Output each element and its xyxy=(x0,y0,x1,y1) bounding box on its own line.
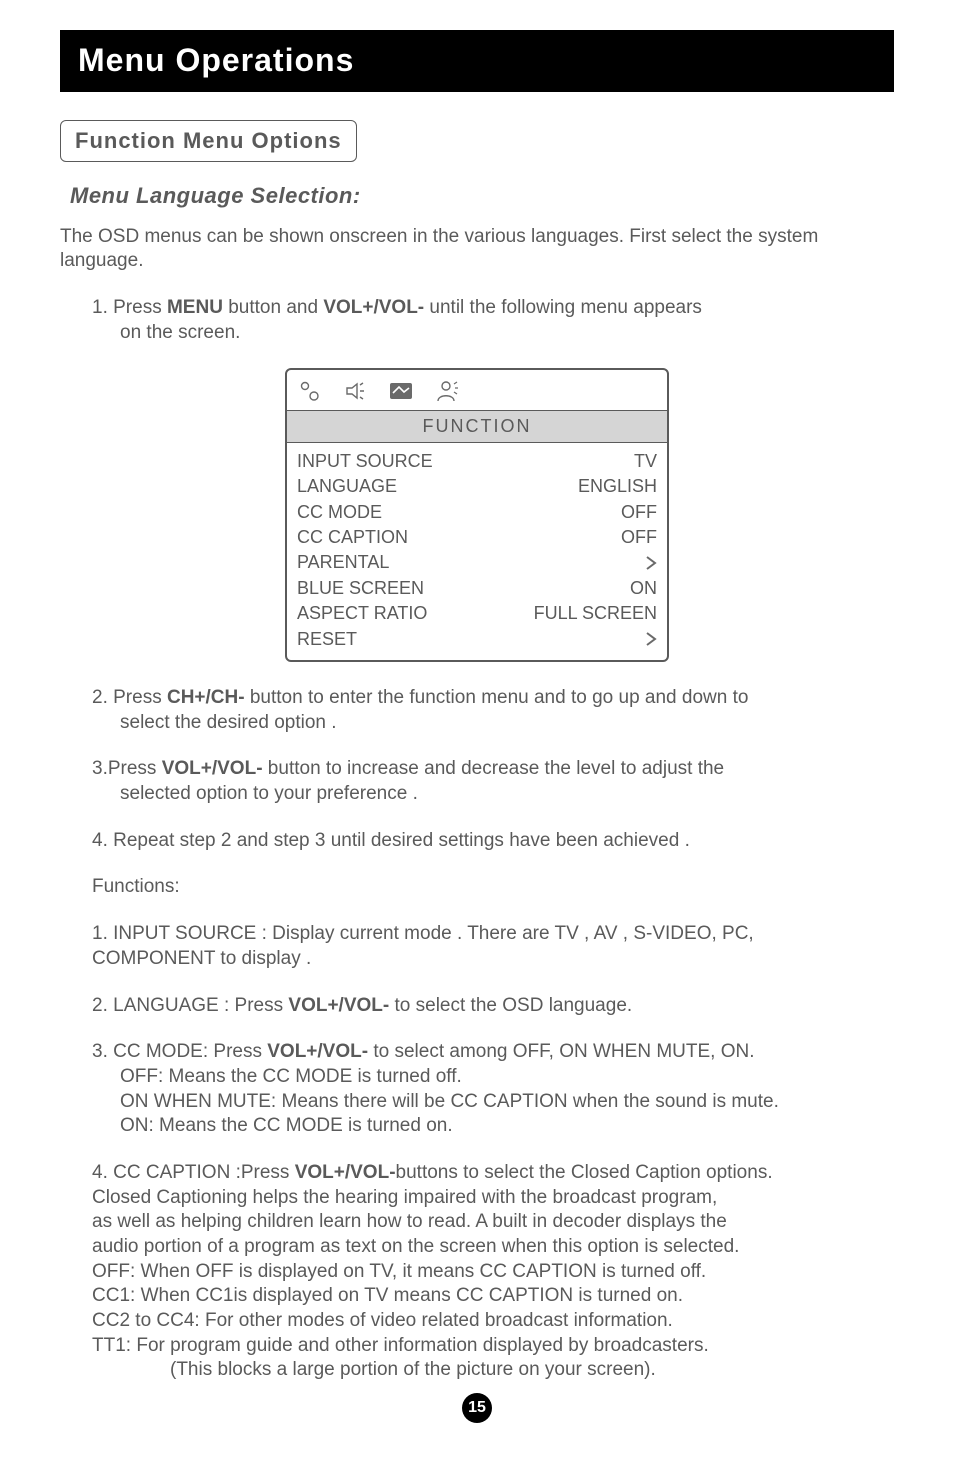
function-2: 2. LANGUAGE : Press VOL+/VOL- to select … xyxy=(92,994,894,1019)
osd-row-label: PARENTAL xyxy=(297,551,389,574)
osd-tab-row xyxy=(287,370,667,411)
function-1-line-2: COMPONENT to display . xyxy=(92,947,894,972)
function-3-bold: VOL+/VOL- xyxy=(267,1041,368,1062)
osd-header: FUNCTION xyxy=(287,411,667,443)
step-1-pre: 1. Press xyxy=(92,297,167,318)
osd-row-input-source: INPUT SOURCE TV xyxy=(297,449,657,474)
osd-row-label: CC CAPTION xyxy=(297,526,408,549)
page-title: Menu Operations xyxy=(78,42,354,78)
function-4-pre: 4. CC CAPTION :Press xyxy=(92,1162,295,1183)
page-root: Menu Operations Function Menu Options Me… xyxy=(0,0,954,1463)
step-1: 1. Press MENU button and VOL+/VOL- until… xyxy=(60,296,894,345)
osd-row-blue-screen: BLUE SCREEN ON xyxy=(297,576,657,601)
step-3-bold: VOL+/VOL- xyxy=(162,758,263,779)
osd-row-label: ASPECT RATIO xyxy=(297,602,427,625)
osd-row-value: OFF xyxy=(621,501,657,524)
osd-menu: FUNCTION INPUT SOURCE TV LANGUAGE ENGLIS… xyxy=(285,368,669,663)
function-4-line-8: TT1: For program guide and other informa… xyxy=(92,1334,894,1359)
osd-row-cc-mode: CC MODE OFF xyxy=(297,500,657,525)
step-1-bold-menu: MENU xyxy=(167,297,223,318)
function-4-line-2: Closed Captioning helps the hearing impa… xyxy=(92,1186,894,1211)
function-3-line-4: ON: Means the CC MODE is turned on. xyxy=(120,1114,894,1139)
osd-row-aspect-ratio: ASPECT RATIO FULL SCREEN xyxy=(297,601,657,626)
osd-row-parental: PARENTAL xyxy=(297,550,657,575)
step-3-post: button to increase and decrease the leve… xyxy=(263,758,725,779)
osd-row-language: LANGUAGE ENGLISH xyxy=(297,474,657,499)
step-1-post: until the following menu appears xyxy=(424,297,702,318)
osd-row-value: FULL SCREEN xyxy=(534,602,657,625)
osd-row-label: BLUE SCREEN xyxy=(297,577,424,600)
section-label: Function Menu Options xyxy=(75,128,342,153)
step-2-pre: 2. Press xyxy=(92,687,167,708)
function-1-line-1: 1. INPUT SOURCE : Display current mode .… xyxy=(92,922,894,947)
function-2-post: to select the OSD language. xyxy=(389,995,632,1016)
section-label-box: Function Menu Options xyxy=(60,120,357,163)
function-2-bold: VOL+/VOL- xyxy=(288,995,389,1016)
step-1-line-2: on the screen. xyxy=(120,321,894,346)
step-4: 4. Repeat step 2 and step 3 until desire… xyxy=(92,829,894,854)
page-number-badge: 15 xyxy=(462,1393,492,1423)
function-3-line-2: OFF: Means the CC MODE is turned off. xyxy=(120,1065,894,1090)
audio-settings-icon xyxy=(343,380,369,402)
step-1-mid: button and xyxy=(223,297,323,318)
function-4-bold: VOL+/VOL- xyxy=(295,1162,396,1183)
function-4: 4. CC CAPTION :Press VOL+/VOL-buttons to… xyxy=(60,1161,894,1383)
page-title-bar: Menu Operations xyxy=(60,30,894,92)
function-4-line-4: audio portion of a program as text on th… xyxy=(92,1235,894,1260)
step-3-line-1: 3.Press VOL+/VOL- button to increase and… xyxy=(92,757,894,782)
osd-row-value: OFF xyxy=(621,526,657,549)
step-1-bold-vol: VOL+/VOL- xyxy=(323,297,424,318)
subheading: Menu Language Selection: xyxy=(70,182,894,211)
step-3-pre: 3.Press xyxy=(92,758,162,779)
function-4-line-3: as well as helping children learn how to… xyxy=(92,1210,894,1235)
function-4-line-1: 4. CC CAPTION :Press VOL+/VOL-buttons to… xyxy=(92,1161,894,1186)
osd-row-label: INPUT SOURCE xyxy=(297,450,433,473)
osd-row-value: ON xyxy=(630,577,657,600)
display-settings-icon xyxy=(387,380,415,402)
step-2: 2. Press CH+/CH- button to enter the fun… xyxy=(60,686,894,735)
function-3-pre: 3. CC MODE: Press xyxy=(92,1041,267,1062)
osd-wrapper: FUNCTION INPUT SOURCE TV LANGUAGE ENGLIS… xyxy=(60,368,894,663)
function-1: 1. INPUT SOURCE : Display current mode .… xyxy=(60,922,894,971)
intro-paragraph: The OSD menus can be shown onscreen in t… xyxy=(60,225,894,274)
function-4-line-7: CC2 to CC4: For other modes of video rel… xyxy=(92,1309,894,1334)
chevron-right-icon xyxy=(645,632,657,646)
osd-row-reset: RESET xyxy=(297,627,657,652)
chevron-right-icon xyxy=(645,556,657,570)
function-3: 3. CC MODE: Press VOL+/VOL- to select am… xyxy=(60,1040,894,1139)
step-2-bold: CH+/CH- xyxy=(167,687,245,708)
step-3-line-2: selected option to your preference . xyxy=(120,782,894,807)
osd-row-label: LANGUAGE xyxy=(297,475,397,498)
step-1-line-1: 1. Press MENU button and VOL+/VOL- until… xyxy=(92,296,894,321)
function-4-line-5: OFF: When OFF is displayed on TV, it mea… xyxy=(92,1260,894,1285)
step-3: 3.Press VOL+/VOL- button to increase and… xyxy=(60,757,894,806)
function-4-line-9: (This blocks a large portion of the pict… xyxy=(170,1358,894,1383)
function-3-line-3: ON WHEN MUTE: Means there will be CC CAP… xyxy=(120,1090,894,1115)
osd-row-label: RESET xyxy=(297,628,357,651)
functions-heading: Functions: xyxy=(92,875,894,900)
page-footer: 15 xyxy=(60,1393,894,1423)
step-2-post: button to enter the function menu and to… xyxy=(245,687,749,708)
osd-row-value: ENGLISH xyxy=(578,475,657,498)
osd-row-cc-caption: CC CAPTION OFF xyxy=(297,525,657,550)
function-3-post: to select among OFF, ON WHEN MUTE, ON. xyxy=(368,1041,754,1062)
function-2-pre: 2. LANGUAGE : Press xyxy=(92,995,288,1016)
osd-row-value: TV xyxy=(634,450,657,473)
osd-rows: INPUT SOURCE TV LANGUAGE ENGLISH CC MODE… xyxy=(287,443,667,660)
step-2-line-1: 2. Press CH+/CH- button to enter the fun… xyxy=(92,686,894,711)
osd-row-label: CC MODE xyxy=(297,501,382,524)
function-settings-icon xyxy=(433,379,459,403)
picture-settings-icon xyxy=(299,380,325,402)
step-2-line-2: select the desired option . xyxy=(120,711,894,736)
function-4-line-6: CC1: When CC1is displayed on TV means CC… xyxy=(92,1284,894,1309)
function-3-line-1: 3. CC MODE: Press VOL+/VOL- to select am… xyxy=(92,1040,894,1065)
function-4-post: buttons to select the Closed Caption opt… xyxy=(396,1162,773,1183)
